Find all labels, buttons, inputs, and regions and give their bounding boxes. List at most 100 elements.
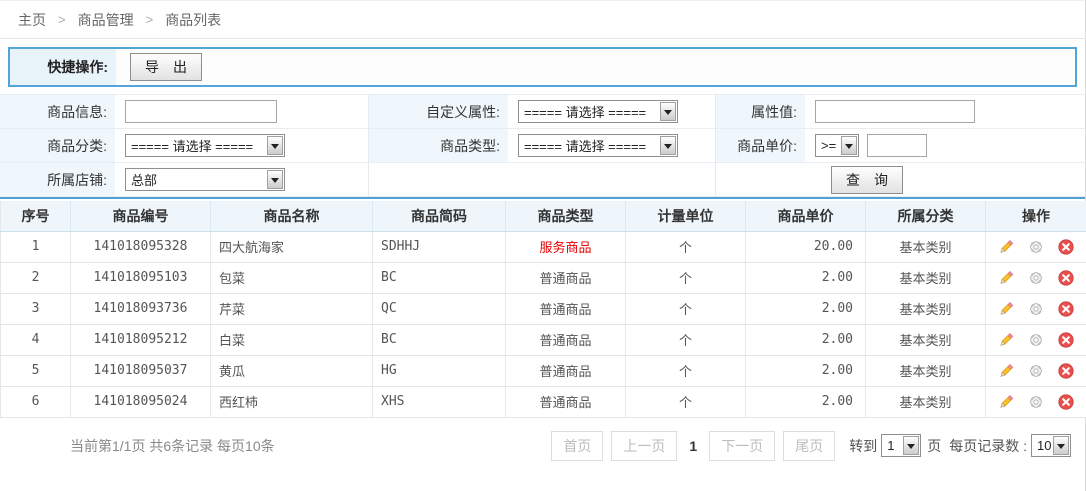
table-body: 1 141018095328 四大航海家 SDHHJ 服务商品 个 20.00 … [1,231,1086,417]
filter-empty-cell [508,163,715,197]
cell-actions [986,293,1086,324]
settings-gear-icon[interactable] [1028,332,1044,348]
product-type-label: 商品类型: [368,129,508,163]
cell-unit-price: 2.00 [746,355,866,386]
category-label: 商品分类: [0,129,115,163]
cell-product-type: 普通商品 [506,386,626,417]
edit-pencil-icon[interactable] [998,301,1014,317]
cell-product-name: 黄瓜 [211,355,373,386]
cell-unit-price: 2.00 [746,262,866,293]
category-select[interactable]: ===== 请选择 ===== [125,134,285,157]
export-button[interactable]: 导 出 [130,53,202,81]
cell-product-code: 141018095037 [71,355,211,386]
unit-price-input[interactable] [867,134,927,157]
column-header-seq: 序号 [1,201,71,231]
column-header-unit-price: 商品单价 [746,201,866,231]
cell-short-code: BC [373,324,506,355]
settings-gear-icon[interactable] [1028,270,1044,286]
column-header-short-code: 商品简码 [373,201,506,231]
edit-pencil-icon[interactable] [998,270,1014,286]
cell-product-code: 141018095212 [71,324,211,355]
cell-short-code: QC [373,293,506,324]
category-select-value: ===== 请选择 ===== [126,136,267,155]
column-header-product-name: 商品名称 [211,201,373,231]
table-row: 5 141018095037 黄瓜 HG 普通商品 个 2.00 基本类别 [1,355,1086,386]
page-size-select-value: 10 [1032,438,1053,453]
chevron-down-icon [267,170,283,189]
cell-category: 基本类别 [866,231,986,262]
edit-pencil-icon[interactable] [998,394,1014,410]
cell-seq: 1 [1,231,71,262]
settings-gear-icon[interactable] [1028,363,1044,379]
breadcrumb-separator: > [58,12,66,27]
cell-unit-price: 20.00 [746,231,866,262]
table-row: 6 141018095024 西红柿 XHS 普通商品 个 2.00 基本类别 [1,386,1086,417]
product-type-select-value: ===== 请选择 ===== [519,136,660,155]
goto-page-select[interactable]: 1 [881,434,921,457]
cell-unit-price: 2.00 [746,386,866,417]
cell-category: 基本类别 [866,355,986,386]
unit-price-operator-select[interactable]: >= [815,134,859,157]
table-row: 2 141018095103 包菜 BC 普通商品 个 2.00 基本类别 [1,262,1086,293]
delete-icon[interactable] [1058,332,1074,348]
unit-price-cell: >= [805,129,1085,163]
last-page-button[interactable]: 尾页 [783,431,835,461]
product-type-select[interactable]: ===== 请选择 ===== [518,134,678,157]
chevron-down-icon [841,136,857,155]
pagination-summary: 当前第1/1页 共6条记录 每页10条 [70,436,275,456]
cell-unit: 个 [626,355,746,386]
cell-unit: 个 [626,293,746,324]
edit-pencil-icon[interactable] [998,332,1014,348]
cell-product-type: 服务商品 [506,231,626,262]
edit-pencil-icon[interactable] [998,363,1014,379]
cell-product-name: 四大航海家 [211,231,373,262]
cell-seq: 5 [1,355,71,386]
product-table-container: 序号 商品编号 商品名称 商品简码 商品类型 计量单位 商品单价 所属分类 操作… [0,197,1085,418]
unit-price-label: 商品单价: [715,129,805,163]
product-info-input[interactable] [125,100,277,123]
cell-product-code: 141018093736 [71,293,211,324]
first-page-button[interactable]: 首页 [551,431,603,461]
page-size-select[interactable]: 10 [1031,434,1071,457]
cell-unit-price: 2.00 [746,324,866,355]
delete-icon[interactable] [1058,270,1074,286]
settings-gear-icon[interactable] [1028,394,1044,410]
prev-page-button[interactable]: 上一页 [611,431,677,461]
cell-category: 基本类别 [866,324,986,355]
search-button-cell: 查 询 [805,163,1085,197]
store-select[interactable]: 总部 [125,168,285,191]
settings-gear-icon[interactable] [1028,301,1044,317]
cell-short-code: HG [373,355,506,386]
cell-unit: 个 [626,262,746,293]
cell-unit: 个 [626,324,746,355]
product-list-page: 主页 > 商品管理 > 商品列表 快捷操作: 导 出 商品信息: 自定义属性: … [0,0,1086,491]
settings-gear-icon[interactable] [1028,239,1044,255]
next-page-button[interactable]: 下一页 [709,431,775,461]
cell-short-code: BC [373,262,506,293]
filter-panel: 商品信息: 自定义属性: ===== 请选择 ===== 属性值: 商品分类: … [0,94,1085,197]
breadcrumb-home[interactable]: 主页 [18,10,46,30]
current-page-number: 1 [689,438,697,454]
custom-attr-select[interactable]: ===== 请选择 ===== [518,100,678,123]
goto-page-select-value: 1 [882,438,903,453]
table-header-row: 序号 商品编号 商品名称 商品简码 商品类型 计量单位 商品单价 所属分类 操作 [1,201,1086,231]
cell-category: 基本类别 [866,262,986,293]
cell-seq: 4 [1,324,71,355]
attr-value-input[interactable] [815,100,975,123]
edit-pencil-icon[interactable] [998,239,1014,255]
search-button[interactable]: 查 询 [831,166,903,194]
delete-icon[interactable] [1058,394,1074,410]
cell-product-type: 普通商品 [506,262,626,293]
store-label: 所属店铺: [0,163,115,197]
cell-product-name: 西红柿 [211,386,373,417]
column-header-unit: 计量单位 [626,201,746,231]
delete-icon[interactable] [1058,363,1074,379]
breadcrumb-product-management[interactable]: 商品管理 [78,10,134,30]
delete-icon[interactable] [1058,301,1074,317]
cell-actions [986,386,1086,417]
filter-empty-cell [368,163,508,197]
delete-icon[interactable] [1058,239,1074,255]
cell-unit: 个 [626,231,746,262]
cell-seq: 3 [1,293,71,324]
filter-empty-cell [715,163,805,197]
